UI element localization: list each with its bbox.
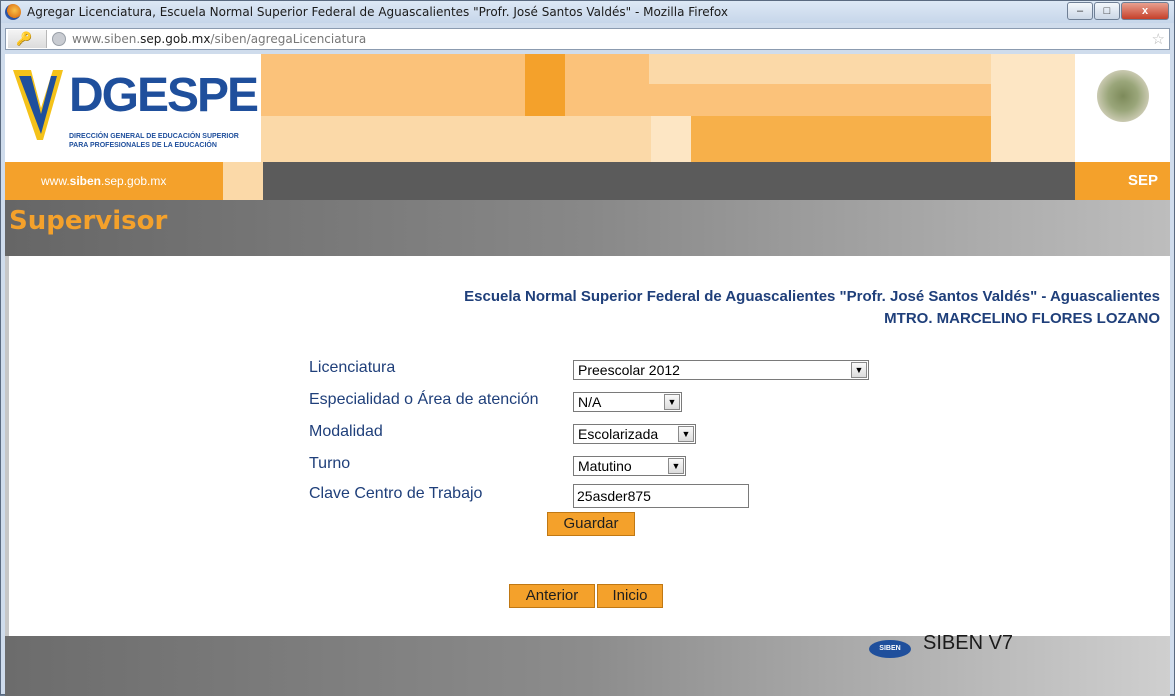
url-text[interactable]: www.siben.sep.gob.mx/siben/agregaLicenci…	[72, 32, 366, 46]
logo-text: DGESPE	[69, 69, 259, 122]
siben-version: SIBEN V7	[923, 632, 1014, 654]
section-title: Supervisor	[9, 206, 168, 236]
chevron-down-icon[interactable]: ▼	[668, 458, 684, 474]
page-content: DGESPE DIRECCIÓN GENERAL DE EDUCACIÓN SU…	[5, 54, 1170, 696]
globe-icon	[52, 32, 66, 46]
firefox-icon	[5, 4, 21, 20]
minimize-button[interactable]: –	[1067, 2, 1093, 20]
turno-select[interactable]: Matutino ▼	[573, 456, 686, 476]
chevron-down-icon[interactable]: ▼	[664, 394, 680, 410]
chevron-down-icon[interactable]: ▼	[851, 362, 867, 378]
banner-block	[261, 54, 525, 116]
chevron-down-icon[interactable]: ▼	[678, 426, 694, 442]
banner-block	[649, 54, 993, 84]
bookmark-star-icon[interactable]: ☆	[1152, 30, 1165, 48]
licenciatura-label: Licenciatura	[309, 359, 396, 376]
banner-block	[525, 54, 565, 116]
dgespe-v-icon	[13, 70, 63, 140]
banner-block	[691, 116, 991, 162]
seal-area	[1075, 54, 1170, 162]
browser-window: Agregar Licenciatura, Escuela Normal Sup…	[0, 0, 1175, 696]
site-url-prefix: www.	[41, 174, 70, 188]
logo-subtitle-line2: PARA PROFESIONALES DE LA EDUCACIÓN	[69, 142, 217, 149]
modalidad-label: Modalidad	[309, 423, 383, 440]
clave-centro-trabajo-input[interactable]: 25asder875	[573, 484, 749, 508]
save-button[interactable]: Guardar	[547, 512, 635, 536]
banner-block	[991, 54, 1075, 162]
site-url-bold: siben	[69, 174, 102, 188]
especialidad-label: Especialidad o Área de atención	[309, 391, 539, 408]
banner-block	[261, 116, 651, 162]
mexico-seal-icon	[1097, 70, 1149, 122]
banner-block	[565, 54, 649, 116]
director-name: MTRO. MARCELINO FLORES LOZANO	[884, 310, 1160, 327]
clave-label: Clave Centro de Trabajo	[309, 485, 483, 502]
turno-value: Matutino	[578, 458, 632, 474]
previous-button[interactable]: Anterior	[509, 584, 595, 608]
url-path: /siben/agregaLicenciatura	[210, 32, 367, 46]
home-button[interactable]: Inicio	[597, 584, 663, 608]
logo-subtitle-line1: DIRECCIÓN GENERAL DE EDUCACIÓN SUPERIOR	[69, 133, 239, 140]
close-button[interactable]: x	[1121, 2, 1169, 20]
modalidad-value: Escolarizada	[578, 426, 659, 442]
licenciatura-value: Preescolar 2012	[578, 362, 680, 378]
maximize-button[interactable]: □	[1094, 2, 1120, 20]
window-title: Agregar Licenciatura, Escuela Normal Sup…	[27, 5, 728, 19]
especialidad-select[interactable]: N/A ▼	[573, 392, 682, 412]
site-url-suffix: .sep.gob.mx	[101, 174, 167, 188]
dgespe-logo: DGESPE DIRECCIÓN GENERAL DE EDUCACIÓN SU…	[5, 54, 261, 162]
banner-block	[649, 84, 993, 116]
banner-block	[651, 116, 691, 162]
url-domain: sep.gob.mx	[140, 32, 211, 46]
url-prefix: www.siben.	[72, 32, 141, 46]
left-stripe	[5, 256, 9, 696]
header-light-square	[223, 162, 263, 200]
especialidad-value: N/A	[578, 394, 602, 410]
title-bar: Agregar Licenciatura, Escuela Normal Sup…	[1, 1, 1174, 23]
turno-label: Turno	[309, 455, 351, 472]
licenciatura-select[interactable]: Preescolar 2012 ▼	[573, 360, 869, 380]
address-bar[interactable]: 🔑 www.siben.sep.gob.mx/siben/agregaLicen…	[5, 28, 1170, 50]
header-grey-band	[223, 162, 1170, 200]
section-band	[5, 200, 1170, 256]
siben-url-link[interactable]: www.siben.sep.gob.mx	[5, 162, 223, 200]
school-name: Escuela Normal Superior Federal de Aguas…	[464, 288, 1160, 305]
modalidad-select[interactable]: Escolarizada ▼	[573, 424, 696, 444]
logo-subtitle: DIRECCIÓN GENERAL DE EDUCACIÓN SUPERIOR P…	[69, 132, 259, 150]
sep-label: SEP	[1075, 162, 1170, 200]
school-info: Escuela Normal Superior Federal de Aguas…	[464, 286, 1160, 330]
site-identity-icon[interactable]: 🔑	[8, 30, 47, 48]
siben-logo: SIBEN	[869, 640, 911, 658]
